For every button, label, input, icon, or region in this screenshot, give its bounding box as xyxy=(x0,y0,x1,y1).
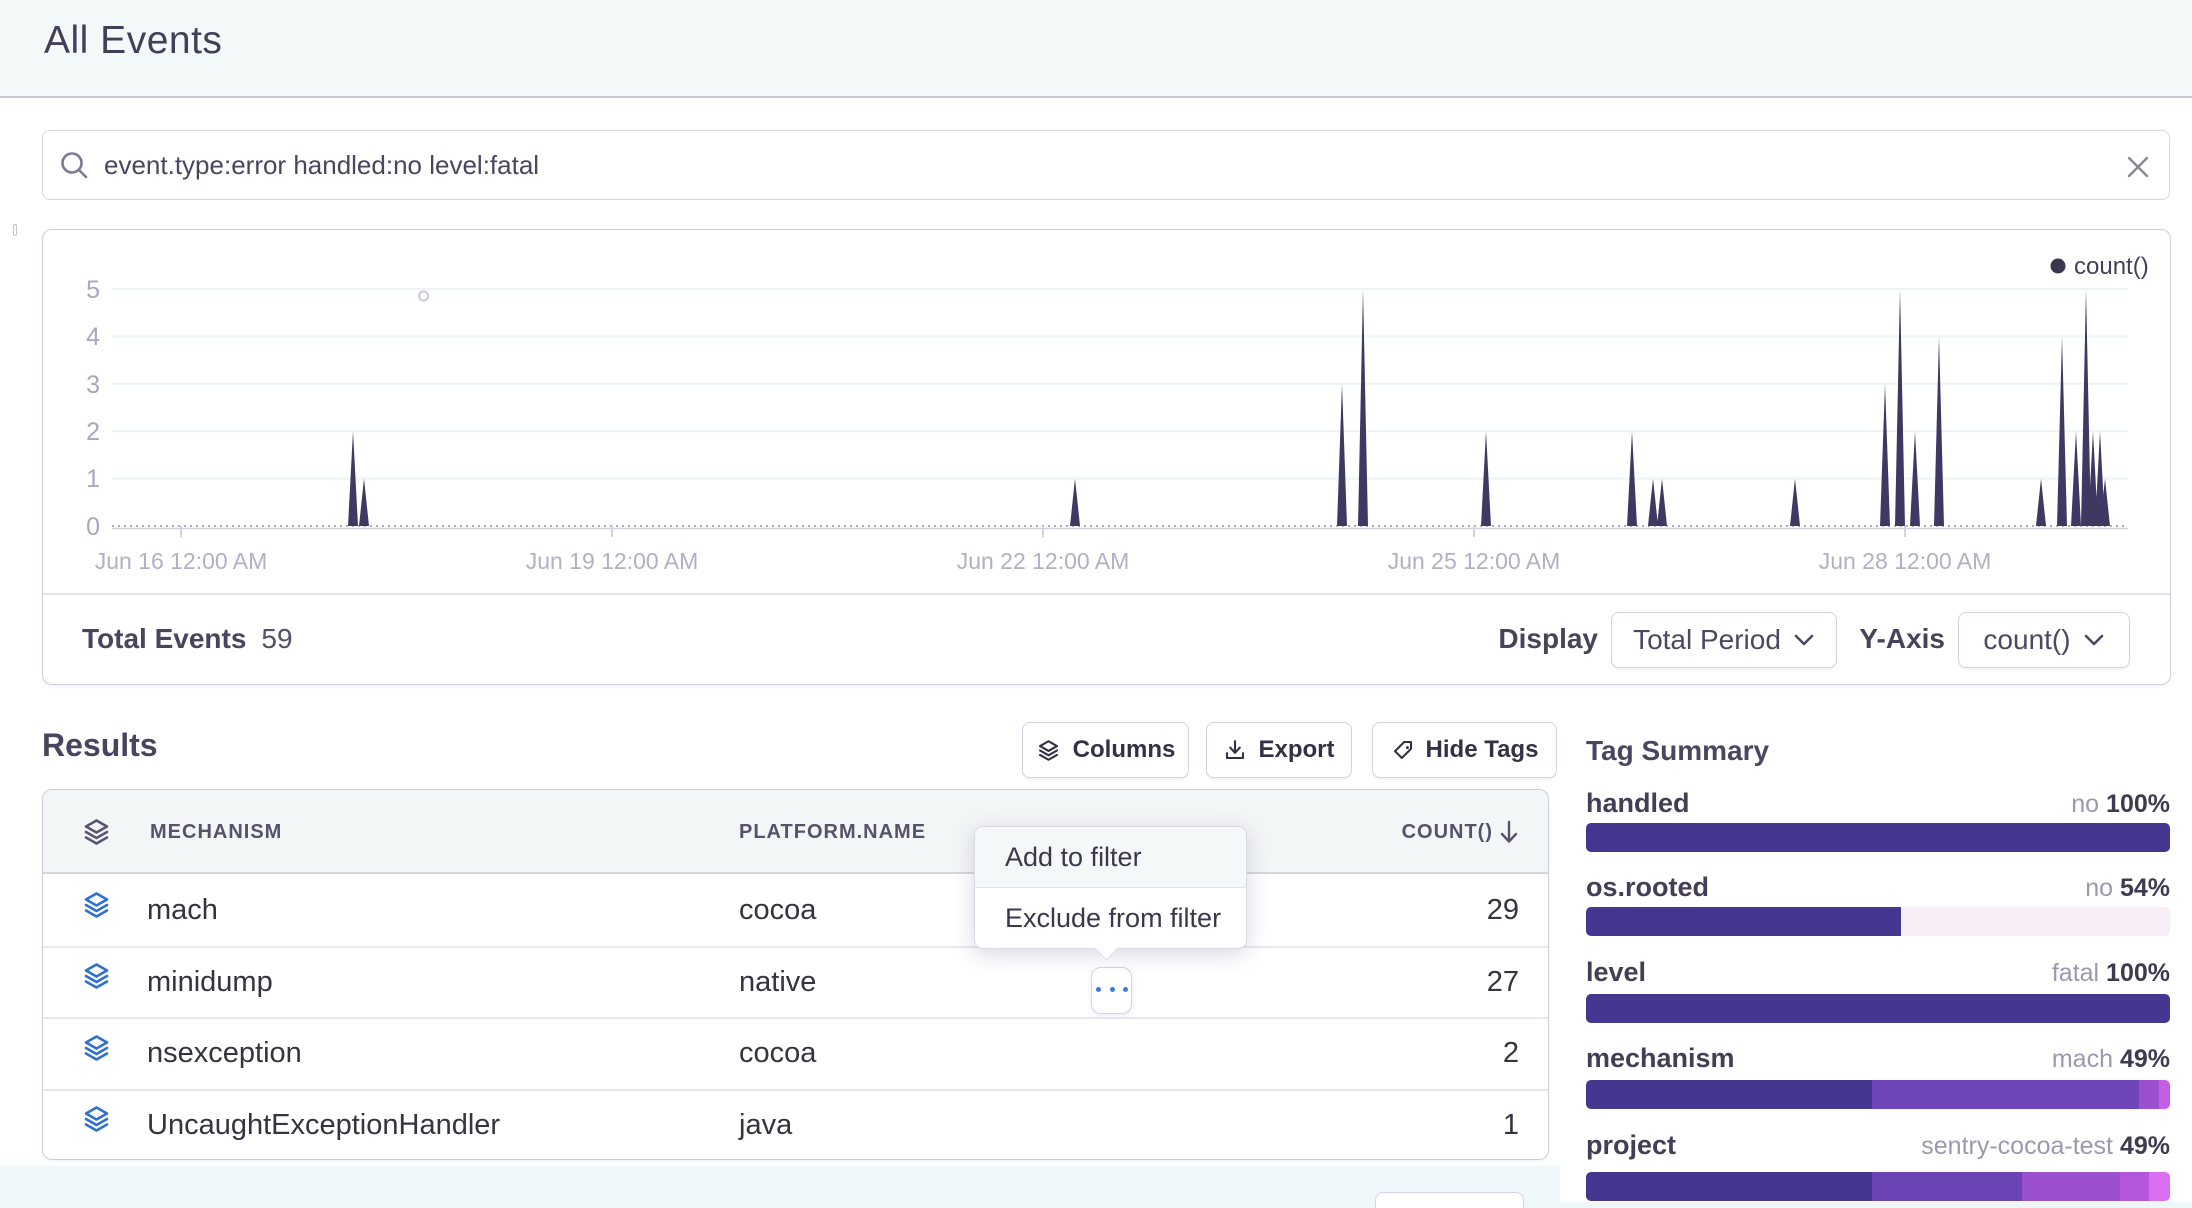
svg-text:2: 2 xyxy=(86,418,100,446)
svg-text:4: 4 xyxy=(86,323,100,351)
svg-text:Jun 22 12:00 AM: Jun 22 12:00 AM xyxy=(957,548,1130,574)
svg-text:Jun 28 12:00 AM: Jun 28 12:00 AM xyxy=(1819,548,1992,574)
svg-text:Jun 19 12:00 AM: Jun 19 12:00 AM xyxy=(526,548,699,574)
svg-text:Jun 25 12:00 AM: Jun 25 12:00 AM xyxy=(1388,548,1561,574)
svg-text:0: 0 xyxy=(86,513,100,541)
svg-text:1: 1 xyxy=(86,465,100,493)
svg-text:5: 5 xyxy=(86,276,100,304)
svg-text:3: 3 xyxy=(86,371,100,399)
svg-text:count(): count() xyxy=(2074,253,2149,280)
svg-text:Jun 16 12:00 AM: Jun 16 12:00 AM xyxy=(95,548,268,574)
